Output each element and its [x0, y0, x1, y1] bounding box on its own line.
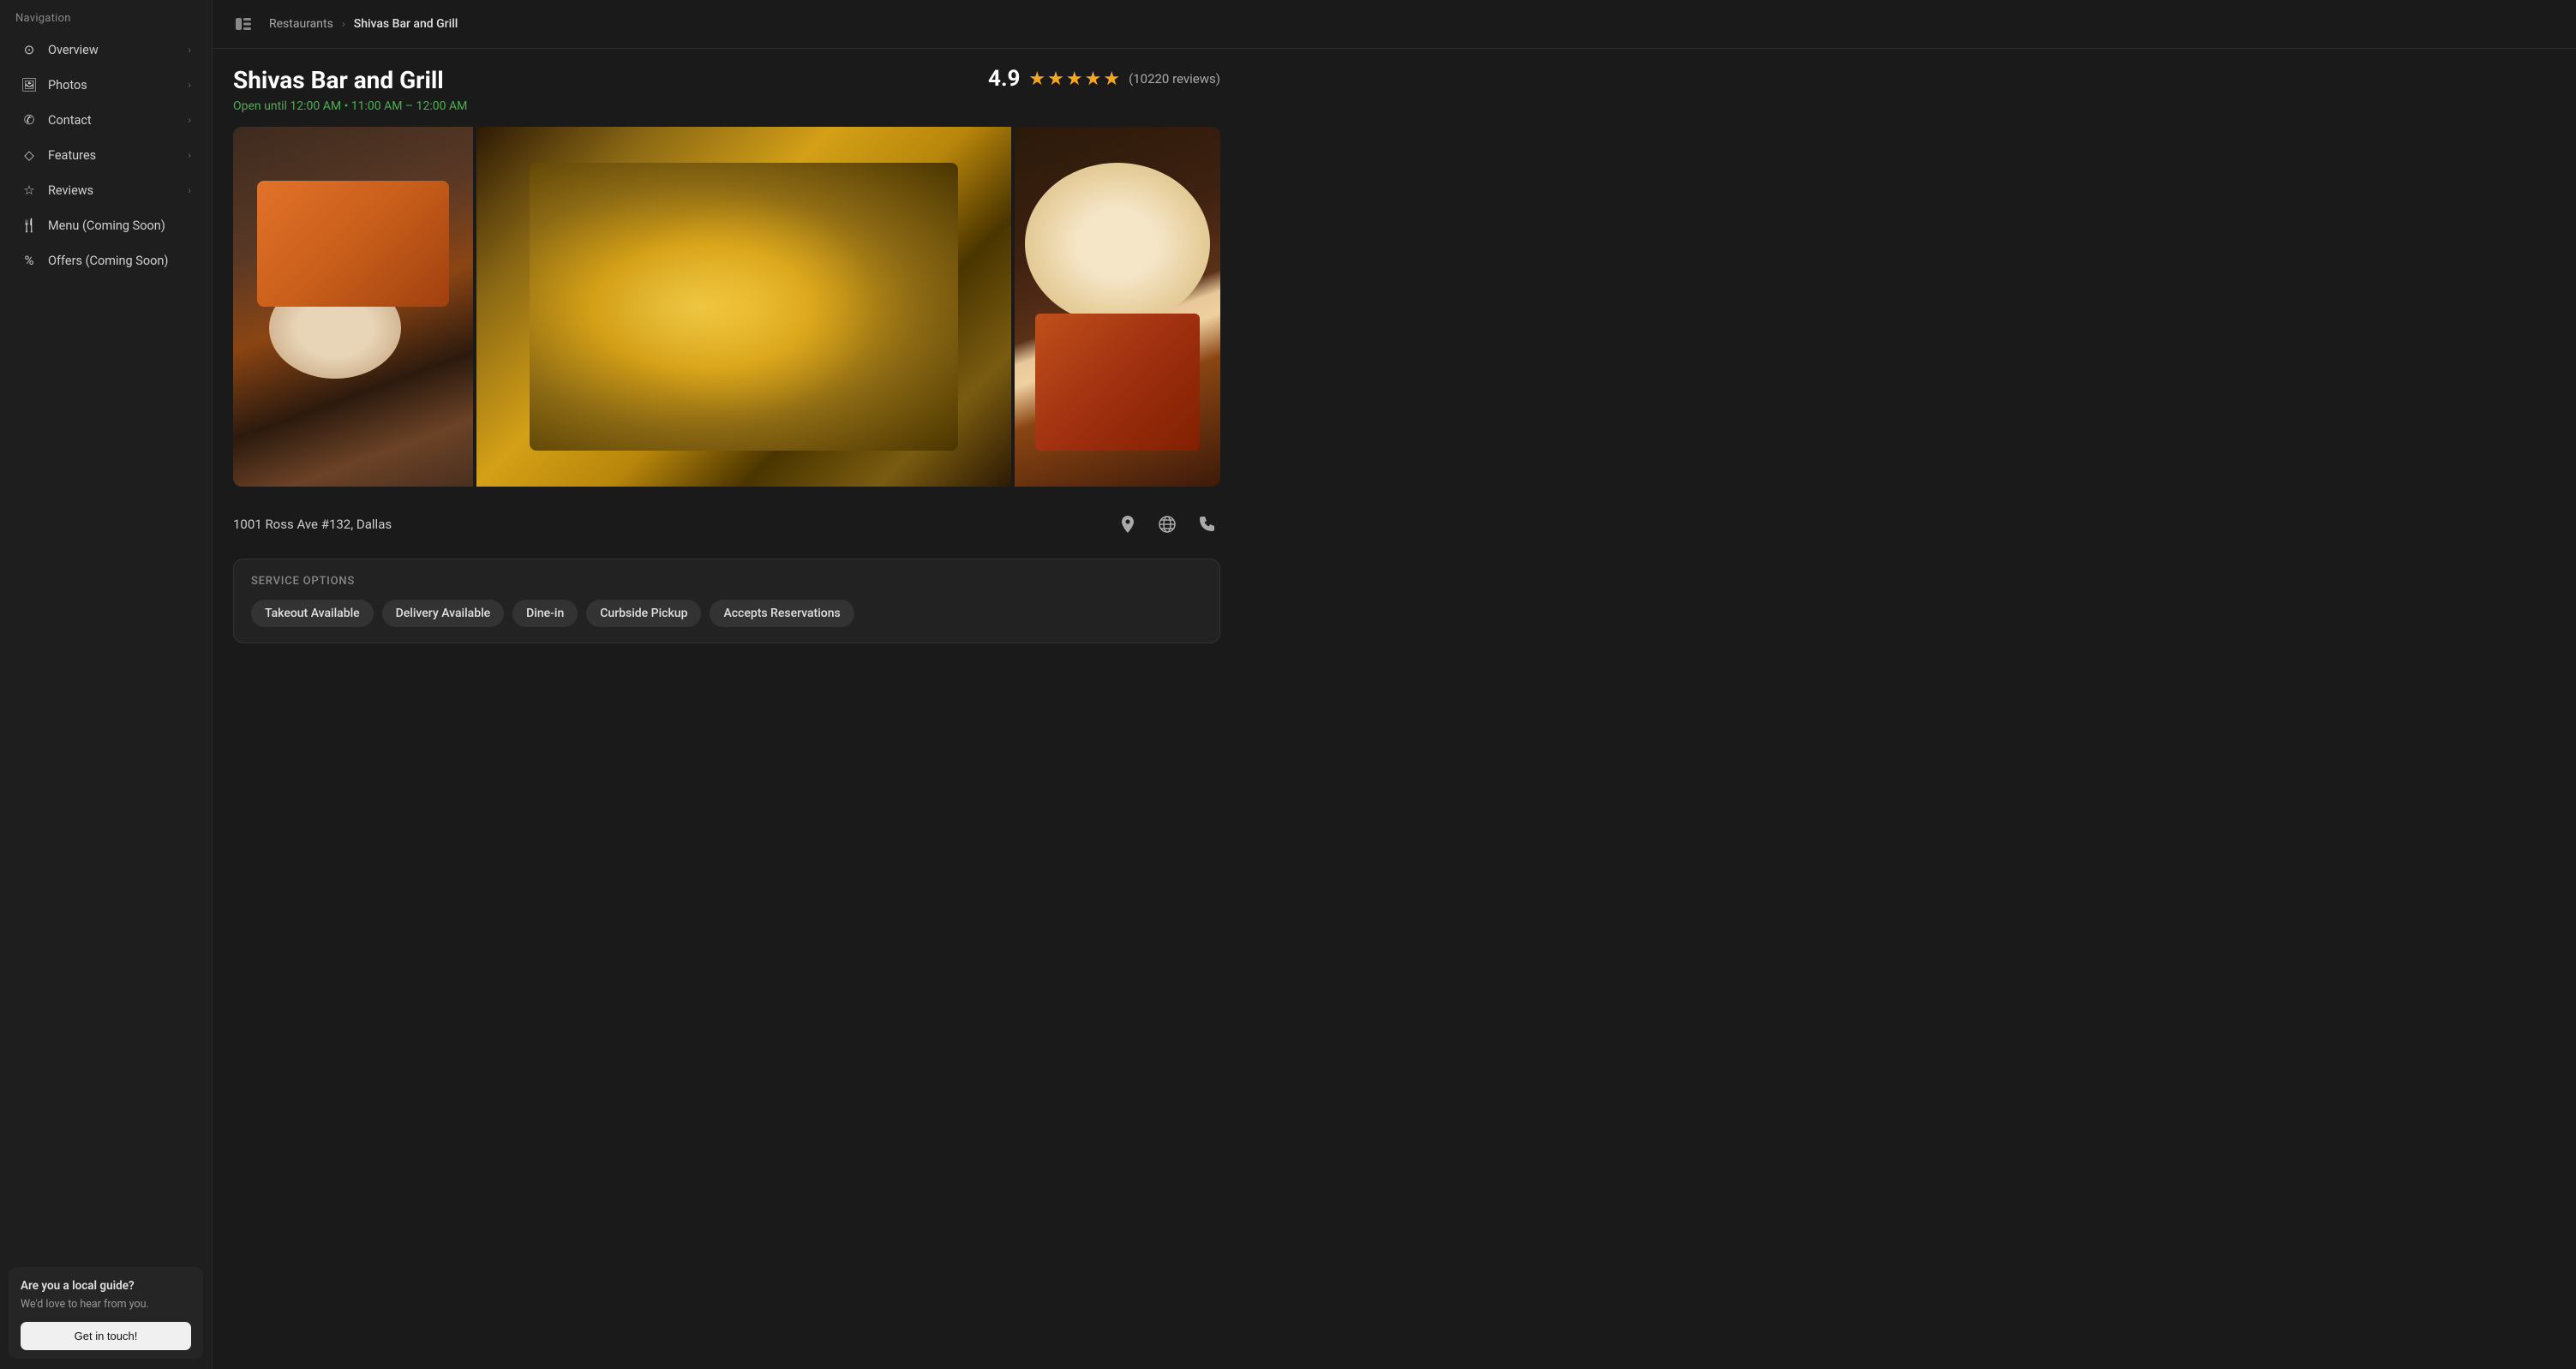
breadcrumb-current: Shivas Bar and Grill — [354, 17, 458, 31]
main-content: Restaurants › Shivas Bar and Grill Shiva… — [213, 0, 2576, 1369]
chevron-right-icon: › — [188, 184, 191, 196]
location-icon[interactable] — [1114, 511, 1141, 538]
star-1: ★ — [1028, 69, 1045, 90]
service-options-card: Service Options Takeout Available Delive… — [233, 559, 1220, 643]
restaurant-header: Shivas Bar and Grill 4.9 ★ ★ ★ ★ ★ (1022… — [233, 66, 1220, 94]
photos-icon: 🖼 — [21, 76, 38, 93]
sidebar-item-overview[interactable]: ⊙ Overview › — [5, 33, 207, 67]
local-guide-description: We'd love to hear from you. — [21, 1297, 191, 1312]
star-5-half: ★ — [1103, 69, 1120, 90]
hours-text: Open until 12:00 AM • 11:00 AM – 12:00 A… — [233, 99, 1220, 113]
topbar: Restaurants › Shivas Bar and Grill — [213, 0, 2576, 49]
address-text: 1001 Ross Ave #132, Dallas — [233, 517, 392, 532]
sidebar-item-label: Reviews — [48, 183, 188, 198]
service-badges: Takeout Available Delivery Available Din… — [251, 600, 1202, 627]
rating-section: 4.9 ★ ★ ★ ★ ★ (10220 reviews) — [988, 66, 1220, 92]
sidebar-item-photos[interactable]: 🖼 Photos › — [5, 68, 207, 102]
star-2: ★ — [1047, 69, 1064, 90]
chevron-right-icon: › — [188, 44, 191, 56]
chevron-right-icon: › — [188, 149, 191, 161]
sidebar-item-label: Contact — [48, 113, 188, 128]
sidebar: Navigation ⊙ Overview › 🖼 Photos › ✆ Con… — [0, 0, 213, 1369]
sidebar-item-label: Features — [48, 148, 188, 163]
star-3: ★ — [1066, 69, 1083, 90]
photo-left[interactable] — [233, 127, 473, 487]
menu-icon: 🍴 — [21, 217, 38, 234]
service-options-title: Service Options — [251, 575, 1202, 588]
star-4: ★ — [1085, 69, 1102, 90]
breadcrumb-parent[interactable]: Restaurants — [269, 17, 333, 31]
offers-icon: % — [21, 252, 38, 269]
nav-items: ⊙ Overview › 🖼 Photos › ✆ Contact › ◇ Fe… — [0, 32, 212, 278]
phone-icon[interactable] — [1193, 511, 1220, 538]
get-in-touch-button[interactable]: Get in touch! — [21, 1322, 191, 1350]
rating-number: 4.9 — [988, 66, 1020, 92]
badge-curbside: Curbside Pickup — [586, 600, 701, 627]
sidebar-item-contact[interactable]: ✆ Contact › — [5, 103, 207, 137]
sidebar-item-label: Menu (Coming Soon) — [48, 218, 191, 233]
overview-icon: ⊙ — [21, 41, 38, 58]
local-guide-title: Are you a local guide? — [21, 1279, 191, 1293]
contact-icon: ✆ — [21, 111, 38, 129]
star-rating: ★ ★ ★ ★ ★ — [1028, 69, 1120, 90]
sidebar-item-offers[interactable]: % Offers (Coming Soon) — [5, 243, 207, 278]
chevron-right-icon: › — [188, 79, 191, 91]
badge-delivery: Delivery Available — [382, 600, 505, 627]
restaurant-name: Shivas Bar and Grill — [233, 66, 444, 94]
page-content: Shivas Bar and Grill 4.9 ★ ★ ★ ★ ★ (1022… — [213, 49, 1241, 661]
breadcrumb-separator: › — [342, 18, 345, 31]
review-count: (10220 reviews) — [1129, 71, 1220, 87]
reviews-icon: ☆ — [21, 182, 38, 199]
local-guide-card: Are you a local guide? We'd love to hear… — [9, 1267, 203, 1360]
sidebar-item-menu[interactable]: 🍴 Menu (Coming Soon) — [5, 208, 207, 242]
badge-reservations: Accepts Reservations — [710, 600, 854, 627]
features-icon: ◇ — [21, 146, 38, 164]
address-action-icons — [1114, 511, 1220, 538]
sidebar-item-reviews[interactable]: ☆ Reviews › — [5, 173, 207, 207]
photo-center[interactable] — [476, 127, 1011, 487]
sidebar-item-label: Overview — [48, 43, 188, 57]
sidebar-item-label: Photos — [48, 78, 188, 93]
badge-takeout: Takeout Available — [251, 600, 374, 627]
badge-dine-in: Dine-in — [512, 600, 578, 627]
globe-icon[interactable] — [1153, 511, 1181, 538]
chevron-right-icon: › — [188, 114, 191, 126]
sidebar-item-features[interactable]: ◇ Features › — [5, 138, 207, 172]
photos-grid — [233, 127, 1220, 487]
address-row: 1001 Ross Ave #132, Dallas — [233, 502, 1220, 547]
nav-label: Navigation — [0, 0, 212, 32]
photo-right[interactable] — [1015, 127, 1220, 487]
sidebar-item-label: Offers (Coming Soon) — [48, 254, 191, 268]
sidebar-toggle-button[interactable] — [230, 10, 257, 38]
